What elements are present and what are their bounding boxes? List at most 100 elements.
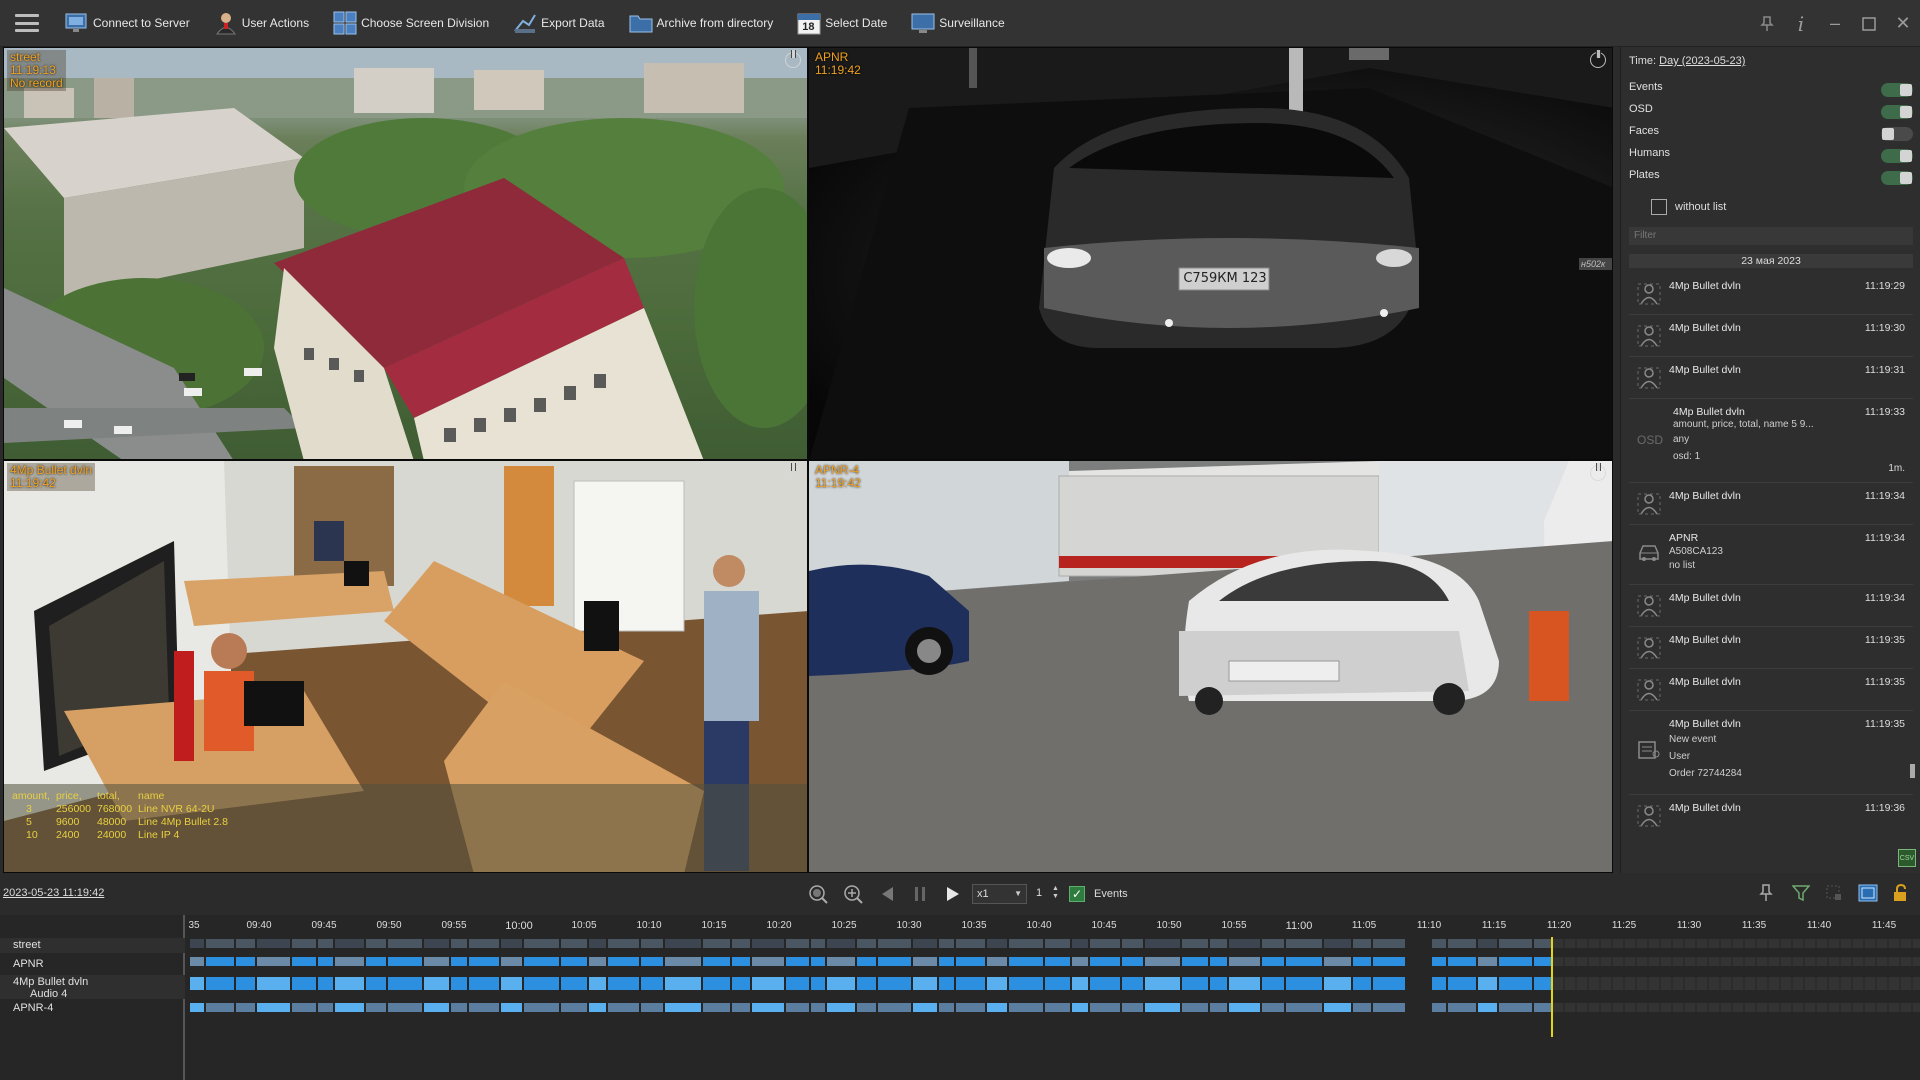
close-icon[interactable]: ✕ (1886, 0, 1920, 47)
event-detail: osd: 1 (1673, 451, 1701, 462)
archive-from-directory-button[interactable]: Archive from directory (619, 0, 788, 47)
osd-cell: 3 (26, 803, 32, 815)
channel-name[interactable]: street (13, 939, 41, 951)
info-icon[interactable]: i (1784, 0, 1818, 47)
filter-input[interactable]: Filter (1629, 227, 1913, 245)
track-apnr-4[interactable] (190, 1003, 1920, 1012)
surveillance-button[interactable]: Surveillance (901, 0, 1018, 47)
export-clip-icon[interactable] (1856, 881, 1880, 905)
recording-segment (1262, 957, 1284, 966)
minimize-icon[interactable]: – (1818, 0, 1852, 47)
recording-segment (1448, 939, 1476, 948)
filter-icon[interactable] (1789, 881, 1813, 905)
maximize-icon[interactable] (1852, 0, 1886, 47)
tile-control-icon[interactable] (785, 50, 801, 68)
playback-datetime-link[interactable]: 2023-05-23 11:19:42 (3, 887, 104, 899)
channel-name[interactable]: APNR-4 (13, 1002, 53, 1014)
recording-segment (786, 957, 809, 966)
region-select-icon[interactable] (1822, 881, 1846, 905)
timeline-tick-label: 10:20 (766, 920, 792, 931)
spinner-arrows-icon[interactable]: ▲ ▼ (1052, 885, 1059, 901)
event-item[interactable]: 4Mp Bullet dvln 11:19:31 (1629, 357, 1913, 399)
recording-segment (524, 957, 559, 966)
events-scrollbar[interactable] (1910, 764, 1915, 778)
playhead-cursor[interactable] (1551, 937, 1553, 1037)
event-item-osd[interactable]: OSD 4Mp Bullet dvln 11:19:33 amount, pri… (1629, 399, 1913, 483)
recording-segment (703, 977, 730, 990)
channel-name[interactable]: Audio 4 (30, 988, 67, 1000)
recording-segment (878, 977, 911, 990)
csv-export-icon[interactable]: CSV (1898, 849, 1916, 867)
events-toggle[interactable] (1881, 83, 1913, 97)
recording-segment (1432, 977, 1446, 990)
export-data-button[interactable]: Export Data (503, 0, 618, 47)
user-actions-button[interactable]: User Actions (204, 0, 323, 47)
recording-segment (913, 977, 937, 990)
zoom-in-icon[interactable] (842, 883, 864, 905)
recording-segment (913, 957, 937, 966)
event-item[interactable]: 4Mp Bullet dvln 11:19:36 (1629, 795, 1913, 837)
camera-tile-street[interactable]: street 11:19:13 No record (3, 47, 808, 460)
event-item-user[interactable]: 4Mp Bullet dvln 11:19:35 New event User … (1629, 711, 1915, 795)
export-icon (513, 11, 537, 35)
recording-segment (939, 977, 954, 990)
play-icon[interactable] (943, 883, 963, 905)
recording-segment (1229, 977, 1260, 990)
event-time: 11:19:29 (1864, 280, 1905, 292)
event-item[interactable]: 4Mp Bullet dvln 11:19:35 (1629, 669, 1913, 711)
event-item[interactable]: 4Mp Bullet dvln 11:19:35 (1629, 627, 1913, 669)
track-apnr[interactable] (190, 957, 1920, 966)
event-item-plate[interactable]: APNR 11:19:34 A508CA123 no list (1629, 525, 1913, 585)
pin-timeline-icon[interactable] (1754, 881, 1778, 905)
timeline-tick-label: 10:50 (1156, 920, 1182, 931)
faces-toggle[interactable] (1881, 127, 1913, 141)
camera-time: 11:19:42 (10, 476, 56, 490)
events-checkbox[interactable]: ✓ (1069, 886, 1085, 902)
recording-segment (1145, 957, 1180, 966)
recording-segment (366, 1003, 386, 1012)
step-spinner[interactable]: 1 ▲ ▼ (1034, 884, 1064, 904)
track-4mp-bullet[interactable] (190, 977, 1920, 990)
recording-segment (939, 957, 954, 966)
pause-icon[interactable] (910, 883, 930, 905)
camera-tile-apnr-4[interactable]: APNR-4 11:19:42 (808, 460, 1613, 873)
event-item[interactable]: 4Mp Bullet dvln 11:19:30 (1629, 315, 1913, 357)
recording-segment (665, 1003, 701, 1012)
time-range-link[interactable]: Day (2023-05-23) (1659, 55, 1745, 67)
without-list-label: without list (1675, 201, 1727, 213)
recording-segment (956, 957, 985, 966)
recording-segment (1072, 957, 1088, 966)
menu-icon[interactable] (15, 14, 39, 32)
recording-segment (469, 1003, 499, 1012)
tile-control-icon[interactable] (1590, 463, 1606, 481)
tile-control-icon[interactable] (785, 463, 801, 481)
camera-tile-apnr[interactable]: С759КМ 123 н502к APNR 11:19:42 (808, 47, 1613, 460)
select-date-button[interactable]: 18 Select Date (787, 0, 901, 47)
connect-to-server-button[interactable]: Connect to Server (55, 0, 204, 47)
plates-toggle[interactable] (1881, 171, 1913, 185)
osd-badge: OSD (1637, 433, 1664, 447)
osd-toggle[interactable] (1881, 105, 1913, 119)
step-back-icon[interactable] (877, 883, 897, 905)
event-item[interactable]: 4Mp Bullet dvln 11:19:34 (1629, 483, 1913, 525)
timeline[interactable]: street APNR 4Mp Bullet dvln Audio 4 APNR… (0, 915, 1920, 1080)
osd-cell: 48000 (97, 816, 127, 828)
lock-icon[interactable] (1889, 881, 1913, 905)
recording-segment (366, 957, 386, 966)
camera-tile-4mp-bullet[interactable]: 4Mp Bullet dvln 11:19:42 amount, price, … (3, 460, 808, 873)
humans-toggle[interactable] (1881, 149, 1913, 163)
event-item[interactable]: 4Mp Bullet dvln 11:19:34 (1629, 585, 1913, 627)
recording-segment (987, 977, 1007, 990)
zoom-out-icon[interactable] (807, 883, 829, 905)
track-street[interactable] (190, 939, 1920, 948)
choose-screen-division-button[interactable]: Choose Screen Division (323, 0, 503, 47)
recording-segment (811, 1003, 825, 1012)
tile-control-icon[interactable] (1590, 50, 1606, 68)
channel-name[interactable]: APNR (13, 958, 44, 970)
without-list-checkbox[interactable] (1651, 199, 1667, 215)
osd-row: 5 9600 48000 Line 4Mp Bullet 2.8 (12, 816, 234, 829)
event-item[interactable]: 4Mp Bullet dvln 11:19:29 (1629, 273, 1913, 315)
speed-select[interactable]: x1 (972, 884, 1027, 904)
channel-name[interactable]: 4Mp Bullet dvln (13, 976, 88, 988)
pin-icon[interactable] (1750, 0, 1784, 47)
